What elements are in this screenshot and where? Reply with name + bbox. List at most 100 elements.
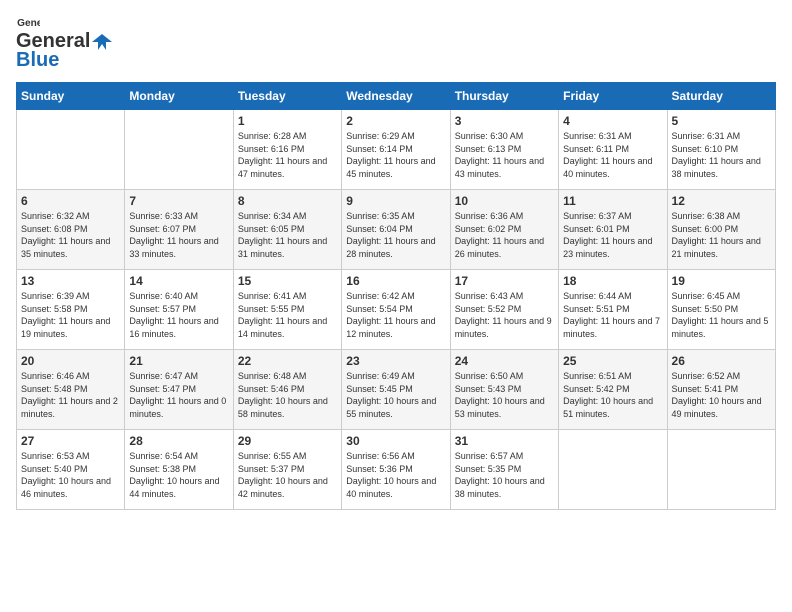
week-row-3: 13 Sunrise: 6:39 AM Sunset: 5:58 PM Dayli… <box>17 270 776 350</box>
week-row-1: 1Sunrise: 6:28 AM Sunset: 6:16 PM Daylig… <box>17 110 776 190</box>
day-number: 24 <box>455 354 554 368</box>
calendar-cell <box>17 110 125 190</box>
calendar-cell: 10 Sunrise: 6:36 AM Sunset: 6:02 PM Dayli… <box>450 190 558 270</box>
calendar-cell: 9Sunrise: 6:35 AM Sunset: 6:04 PM Daylig… <box>342 190 450 270</box>
day-number: 12 <box>672 194 771 208</box>
calendar-cell: 15Sunrise: 6:41 AM Sunset: 5:55 PM Dayli… <box>233 270 341 350</box>
weekday-header-tuesday: Tuesday <box>233 83 341 110</box>
calendar-cell: 19Sunrise: 6:45 AM Sunset: 5:50 PM Dayli… <box>667 270 775 350</box>
calendar-cell: 28Sunrise: 6:54 AM Sunset: 5:38 PM Dayli… <box>125 430 233 510</box>
calendar-cell: 8Sunrise: 6:34 AM Sunset: 6:05 PM Daylig… <box>233 190 341 270</box>
calendar-cell <box>667 430 775 510</box>
day-number: 18 <box>563 274 662 288</box>
weekday-header-monday: Monday <box>125 83 233 110</box>
calendar-cell: 20Sunrise: 6:46 AM Sunset: 5:48 PM Dayli… <box>17 350 125 430</box>
week-row-4: 20Sunrise: 6:46 AM Sunset: 5:48 PM Dayli… <box>17 350 776 430</box>
day-info: Sunrise: 6:36 AM Sunset: 6:02 PM Dayligh… <box>455 210 554 260</box>
calendar-cell: 13 Sunrise: 6:39 AM Sunset: 5:58 PM Dayli… <box>17 270 125 350</box>
calendar-cell: 17 Sunrise: 6:43 AM Sunset: 5:52 PM Dayli… <box>450 270 558 350</box>
day-number: 4 <box>563 114 662 128</box>
day-number: 20 <box>21 354 120 368</box>
weekday-header-row: SundayMondayTuesdayWednesdayThursdayFrid… <box>17 83 776 110</box>
day-info: Sunrise: 6:50 AM Sunset: 5:43 PM Dayligh… <box>455 370 554 420</box>
day-number: 26 <box>672 354 771 368</box>
day-info: Sunrise: 6:31 AM Sunset: 6:10 PM Dayligh… <box>672 130 771 180</box>
calendar-cell: 2 Sunrise: 6:29 AM Sunset: 6:14 PM Daylig… <box>342 110 450 190</box>
calendar-cell: 23 Sunrise: 6:49 AM Sunset: 5:45 PM Dayli… <box>342 350 450 430</box>
day-info: Sunrise: 6:30 AM Sunset: 6:13 PM Dayligh… <box>455 130 554 180</box>
calendar-cell <box>125 110 233 190</box>
day-number: 7 <box>129 194 228 208</box>
day-info: Sunrise: 6:55 AM Sunset: 5:37 PM Dayligh… <box>238 450 337 500</box>
calendar-cell: 16Sunrise: 6:42 AM Sunset: 5:54 PM Dayli… <box>342 270 450 350</box>
calendar-cell: 14Sunrise: 6:40 AM Sunset: 5:57 PM Dayli… <box>125 270 233 350</box>
weekday-header-saturday: Saturday <box>667 83 775 110</box>
calendar-cell: 30Sunrise: 6:56 AM Sunset: 5:36 PM Dayli… <box>342 430 450 510</box>
day-info: Sunrise: 6:56 AM Sunset: 5:36 PM Dayligh… <box>346 450 445 500</box>
logo-icon: General <box>16 16 40 30</box>
day-info: Sunrise: 6:45 AM Sunset: 5:50 PM Dayligh… <box>672 290 771 340</box>
weekday-header-sunday: Sunday <box>17 83 125 110</box>
day-info: Sunrise: 6:31 AM Sunset: 6:11 PM Dayligh… <box>563 130 662 180</box>
day-number: 21 <box>129 354 228 368</box>
day-number: 2 <box>346 114 445 128</box>
day-number: 29 <box>238 434 337 448</box>
day-number: 3 <box>455 114 554 128</box>
day-number: 14 <box>129 274 228 288</box>
svg-text:General: General <box>17 18 40 29</box>
weekday-header-thursday: Thursday <box>450 83 558 110</box>
day-info: Sunrise: 6:39 AM Sunset: 5:58 PM Dayligh… <box>21 290 120 340</box>
calendar-cell: 5 Sunrise: 6:31 AM Sunset: 6:10 PM Daylig… <box>667 110 775 190</box>
day-number: 27 <box>21 434 120 448</box>
day-number: 22 <box>238 354 337 368</box>
day-number: 28 <box>129 434 228 448</box>
day-info: Sunrise: 6:43 AM Sunset: 5:52 PM Dayligh… <box>455 290 554 340</box>
day-info: Sunrise: 6:53 AM Sunset: 5:40 PM Dayligh… <box>21 450 120 500</box>
day-info: Sunrise: 6:51 AM Sunset: 5:42 PM Dayligh… <box>563 370 662 420</box>
day-info: Sunrise: 6:48 AM Sunset: 5:46 PM Dayligh… <box>238 370 337 420</box>
day-info: Sunrise: 6:41 AM Sunset: 5:55 PM Dayligh… <box>238 290 337 340</box>
day-number: 23 <box>346 354 445 368</box>
day-number: 8 <box>238 194 337 208</box>
day-number: 5 <box>672 114 771 128</box>
day-info: Sunrise: 6:57 AM Sunset: 5:35 PM Dayligh… <box>455 450 554 500</box>
day-info: Sunrise: 6:49 AM Sunset: 5:45 PM Dayligh… <box>346 370 445 420</box>
day-info: Sunrise: 6:52 AM Sunset: 5:41 PM Dayligh… <box>672 370 771 420</box>
logo-blue: Blue <box>16 49 59 72</box>
day-info: Sunrise: 6:38 AM Sunset: 6:00 PM Dayligh… <box>672 210 771 260</box>
calendar-cell: 24 Sunrise: 6:50 AM Sunset: 5:43 PM Dayli… <box>450 350 558 430</box>
calendar-cell: 11 Sunrise: 6:37 AM Sunset: 6:01 PM Dayli… <box>559 190 667 270</box>
day-info: Sunrise: 6:44 AM Sunset: 5:51 PM Dayligh… <box>563 290 662 340</box>
page-header: General General Blue <box>16 16 776 72</box>
calendar-cell: 4 Sunrise: 6:31 AM Sunset: 6:11 PM Daylig… <box>559 110 667 190</box>
calendar-cell: 25 Sunrise: 6:51 AM Sunset: 5:42 PM Dayli… <box>559 350 667 430</box>
calendar-cell: 29 Sunrise: 6:55 AM Sunset: 5:37 PM Dayli… <box>233 430 341 510</box>
day-number: 11 <box>563 194 662 208</box>
calendar-cell: 22 Sunrise: 6:48 AM Sunset: 5:46 PM Dayli… <box>233 350 341 430</box>
calendar-cell <box>559 430 667 510</box>
day-info: Sunrise: 6:32 AM Sunset: 6:08 PM Dayligh… <box>21 210 120 260</box>
day-number: 17 <box>455 274 554 288</box>
weekday-header-friday: Friday <box>559 83 667 110</box>
day-info: Sunrise: 6:33 AM Sunset: 6:07 PM Dayligh… <box>129 210 228 260</box>
day-number: 16 <box>346 274 445 288</box>
calendar-cell: 27 Sunrise: 6:53 AM Sunset: 5:40 PM Dayli… <box>17 430 125 510</box>
day-number: 25 <box>563 354 662 368</box>
logo-bird-icon <box>92 32 112 52</box>
week-row-2: 6 Sunrise: 6:32 AM Sunset: 6:08 PM Daylig… <box>17 190 776 270</box>
calendar-cell: 1Sunrise: 6:28 AM Sunset: 6:16 PM Daylig… <box>233 110 341 190</box>
day-number: 1 <box>238 114 337 128</box>
calendar-cell: 12 Sunrise: 6:38 AM Sunset: 6:00 PM Dayli… <box>667 190 775 270</box>
day-number: 10 <box>455 194 554 208</box>
day-number: 31 <box>455 434 554 448</box>
day-info: Sunrise: 6:29 AM Sunset: 6:14 PM Dayligh… <box>346 130 445 180</box>
calendar-cell: 6 Sunrise: 6:32 AM Sunset: 6:08 PM Daylig… <box>17 190 125 270</box>
weekday-header-wednesday: Wednesday <box>342 83 450 110</box>
calendar-cell: 7 Sunrise: 6:33 AM Sunset: 6:07 PM Daylig… <box>125 190 233 270</box>
day-info: Sunrise: 6:37 AM Sunset: 6:01 PM Dayligh… <box>563 210 662 260</box>
day-number: 13 <box>21 274 120 288</box>
calendar-cell: 21Sunrise: 6:47 AM Sunset: 5:47 PM Dayli… <box>125 350 233 430</box>
week-row-5: 27 Sunrise: 6:53 AM Sunset: 5:40 PM Dayli… <box>17 430 776 510</box>
day-number: 6 <box>21 194 120 208</box>
day-number: 9 <box>346 194 445 208</box>
